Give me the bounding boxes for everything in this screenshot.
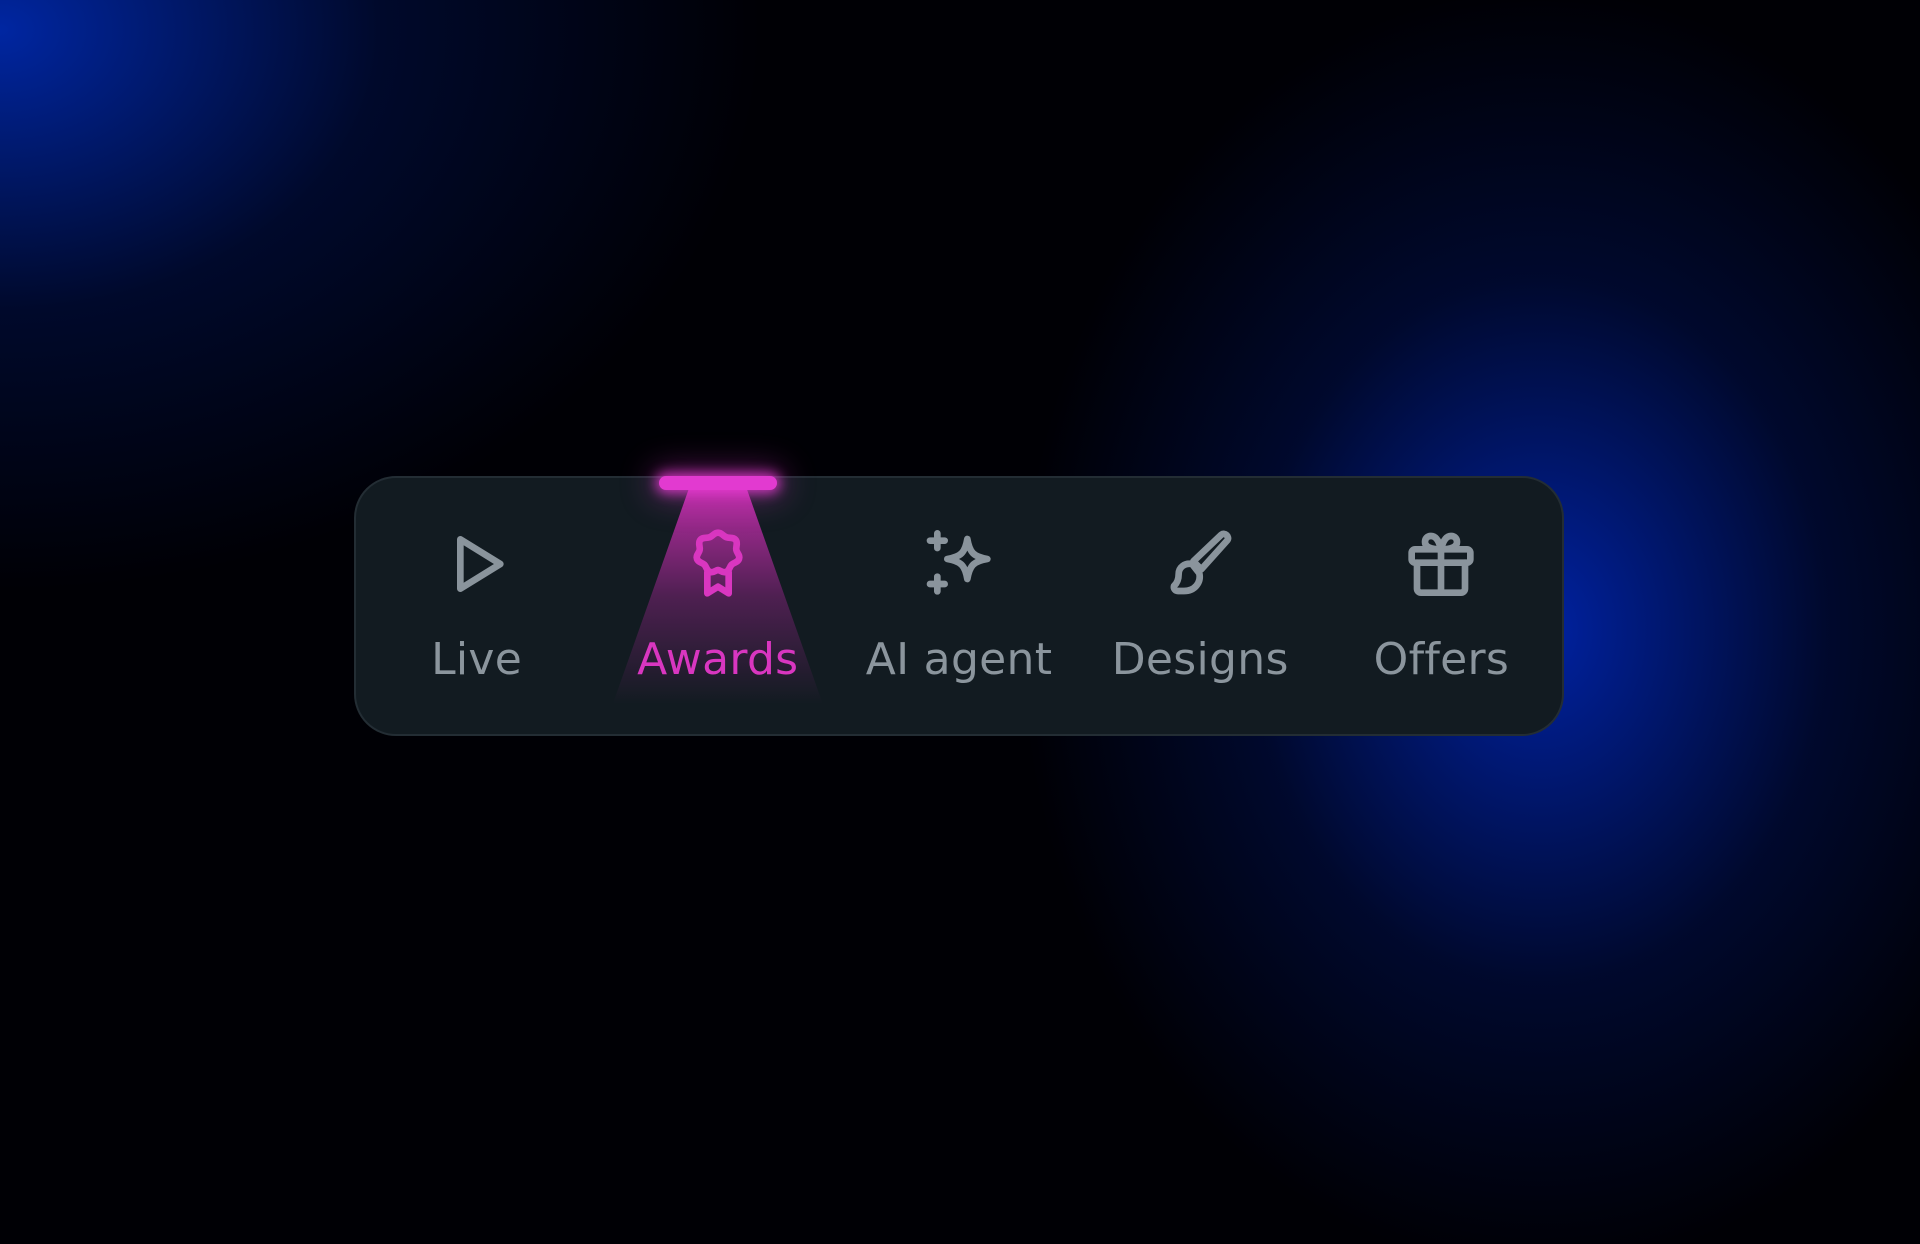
tab-designs[interactable]: Designs [1080,478,1321,734]
tab-bar: Live Awards AI agent Designs Offers [354,476,1564,736]
tab-ai-agent[interactable]: AI agent [838,478,1079,734]
paintbrush-icon [1160,524,1240,604]
tab-live-label: Live [431,634,523,685]
gift-icon [1401,524,1481,604]
tab-awards-label: Awards [637,634,799,685]
play-icon [437,524,517,604]
tab-live[interactable]: Live [356,478,597,734]
tab-awards[interactable]: Awards [597,476,838,734]
tab-designs-label: Designs [1111,634,1289,685]
active-tab-indicator [658,476,777,490]
tab-offers-label: Offers [1373,634,1510,685]
sparkles-icon [919,524,999,604]
tab-ai-agent-label: AI agent [865,634,1053,685]
tab-offers[interactable]: Offers [1321,478,1562,734]
award-ribbon-icon [678,524,758,604]
